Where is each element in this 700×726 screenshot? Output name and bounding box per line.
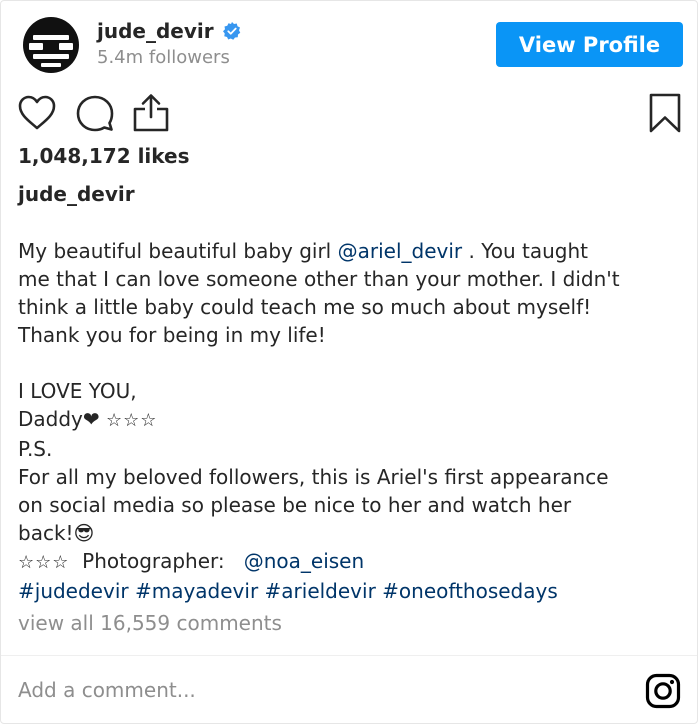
followers-count: 5.4m followers	[97, 47, 230, 68]
caption-text-segment: My beautiful beautiful baby girl	[18, 239, 338, 263]
divider	[1, 655, 697, 656]
caption-line: Thank you for being in my life!	[18, 323, 326, 347]
caption-line: For all my beloved followers, this is Ar…	[18, 465, 609, 489]
caption-line: back!😎	[18, 521, 95, 545]
stars-glyphs: ☆☆☆	[18, 552, 70, 573]
username-link[interactable]: jude_devir	[97, 19, 214, 43]
add-comment-input[interactable]	[18, 669, 618, 711]
mention-link[interactable]: @ariel_devir	[338, 239, 463, 263]
avatar-graphic-bar	[33, 35, 69, 40]
hashtag-link[interactable]: #mayadevir	[135, 579, 258, 603]
caption-line: Daddy❤ ☆☆☆	[18, 405, 688, 435]
caption-text-segment: Photographer:	[69, 549, 244, 573]
avatar-graphic-bar	[33, 54, 69, 59]
hashtag-link[interactable]: #arieldevir	[265, 579, 376, 603]
caption-text: My beautiful beautiful baby girl @ariel_…	[18, 237, 688, 605]
likes-count[interactable]: 1,048,172 likes	[18, 144, 190, 168]
instagram-logo-icon[interactable]	[645, 673, 681, 709]
stars-glyphs: ☆☆☆	[106, 410, 158, 431]
caption-line: think a little baby could teach me so mu…	[18, 295, 592, 319]
share-icon[interactable]	[129, 91, 173, 135]
mention-link[interactable]: @noa_eisen	[244, 549, 364, 573]
view-profile-button[interactable]: View Profile	[496, 22, 683, 67]
hashtag-line: #judedevir #mayadevir #arieldevir #oneof…	[18, 577, 688, 605]
caption-line: My beautiful beautiful baby girl @ariel_…	[18, 237, 688, 265]
verified-badge-icon	[222, 22, 240, 40]
avatar-graphic-bar	[29, 43, 43, 50]
avatar-graphic-bar	[41, 63, 61, 67]
hashtag-link[interactable]: #judedevir	[18, 579, 129, 603]
instagram-embed-card: jude_devir 5.4m followers View Profile 1…	[0, 0, 698, 724]
caption-line: ☆☆☆ Photographer: @noa_eisen	[18, 547, 688, 577]
view-all-comments-link[interactable]: view all 16,559 comments	[18, 611, 282, 635]
caption-text-segment: Daddy❤	[18, 407, 106, 431]
action-bar	[1, 91, 697, 139]
caption-line: on social media so please be nice to her…	[18, 493, 572, 517]
heart-icon[interactable]	[15, 91, 59, 135]
caption-username[interactable]: jude_devir	[18, 182, 135, 206]
avatar[interactable]	[23, 17, 79, 73]
username-row: jude_devir	[97, 19, 242, 43]
caption-line: me that I can love someone other than yo…	[18, 267, 620, 291]
comment-icon[interactable]	[73, 91, 117, 135]
post-header: jude_devir 5.4m followers View Profile	[1, 1, 697, 87]
hashtag-link[interactable]: #oneofthosedays	[382, 579, 558, 603]
caption-line: P.S.	[18, 437, 53, 461]
bookmark-icon[interactable]	[646, 91, 684, 135]
caption-text-segment: . You taught	[462, 239, 589, 263]
caption-line: I LOVE YOU,	[18, 379, 137, 403]
avatar-graphic-bar	[59, 43, 73, 50]
